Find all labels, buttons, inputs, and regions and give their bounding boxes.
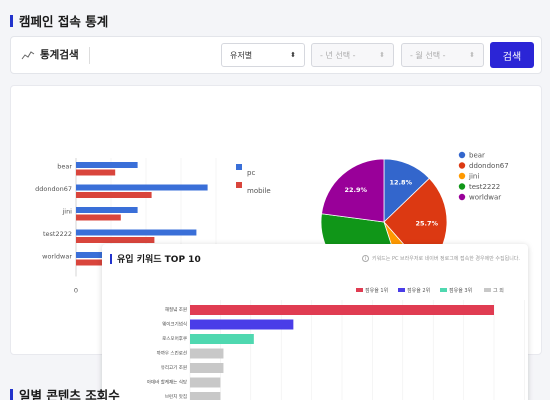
keyword-label: 웨이크기념식 (162, 321, 187, 328)
user-select-value: 유저별 (230, 50, 253, 60)
category-label: ddondon67 (35, 185, 72, 193)
bar-pc (76, 207, 138, 213)
legend-label: worldwar (469, 194, 501, 202)
keyword-bar (190, 377, 221, 388)
info-icon: i (361, 255, 369, 262)
page-title-text: 캠페인 접속 통계 (19, 14, 109, 29)
legend-marker (458, 151, 466, 159)
bar-mobile (76, 237, 155, 243)
pie-data-label: 25.7% (416, 220, 439, 228)
title-accent-bar (10, 14, 13, 27)
keyword-label: 해질녘 조원 (165, 306, 187, 313)
legend-marker (458, 183, 466, 190)
category-label: bear (57, 163, 72, 171)
tick-label: 0 (74, 287, 78, 295)
keyword-label: 아데바 할케재는 식당 (147, 379, 187, 386)
legend-label: pc (247, 169, 255, 177)
year-select-value: - 년 선택 - (320, 50, 356, 60)
keyword-bar (190, 319, 294, 330)
category-label: worldwar (42, 253, 72, 261)
legend-label: 점유율 1위 (365, 287, 388, 294)
pie-data-label: 22.9% (344, 186, 367, 194)
month-select-value: - 월 선택 - (410, 50, 446, 60)
legend-swatch (398, 288, 405, 292)
legend-swatch (484, 288, 491, 292)
legend-marker (458, 162, 466, 169)
bar-pc (76, 162, 138, 168)
keyword-note: i 키워드는 PC 브라우저로 네이버 정로그에 접속한 경우에만 수집됩니다. (361, 255, 520, 262)
keyword-note-text: 키워드는 PC 브라우저로 네이버 정로그에 접속한 경우에만 수집됩니다. (371, 256, 520, 262)
search-label: 통계검색 (21, 47, 79, 62)
keyword-label: 브런치 맛집 (165, 393, 187, 400)
title-accent-bar (10, 388, 13, 400)
year-select[interactable]: - 년 선택 - ⬍ (311, 43, 394, 67)
user-select[interactable]: 유저별 ⬍ (221, 43, 305, 67)
section-title-daily-text: 일별 콘텐츠 조회수 (19, 388, 120, 400)
search-panel: 통계검색 유저별 ⬍ - 년 선택 - ⬍ - 월 선택 - ⬍ 검색 (10, 36, 542, 74)
legend-swatch (236, 164, 242, 170)
legend-label: mobile (247, 187, 271, 195)
divider (89, 47, 90, 64)
legend-swatch (440, 288, 447, 292)
updown-arrow-icon: ⬍ (379, 51, 385, 59)
keyword-title: 유입 키워드 TOP 10 (110, 252, 201, 265)
updown-arrow-icon: ⬍ (469, 51, 475, 59)
page-title: 캠페인 접속 통계 (10, 11, 108, 30)
legend-label: 그 외 (493, 287, 504, 294)
bar-pc (76, 184, 208, 191)
keyword-bar (190, 348, 224, 359)
legend-label: 점유율 2위 (407, 287, 430, 294)
legend-marker (458, 172, 466, 180)
keyword-bar (190, 334, 254, 344)
legend-swatch (356, 288, 363, 292)
bar-mobile (76, 214, 121, 221)
bar-mobile (76, 169, 116, 176)
keyword-bar (190, 392, 221, 400)
pie-data-label: 12.8% (389, 179, 412, 187)
month-select[interactable]: - 월 선택 - ⬍ (401, 43, 484, 67)
category-label: jini (61, 208, 72, 216)
keyword-bar (190, 305, 494, 315)
search-label-text: 통계검색 (40, 49, 79, 61)
updown-arrow-icon: ⬍ (290, 51, 296, 59)
legend-swatch (236, 182, 242, 188)
keyword-label: 까까우 스킨로션 (157, 350, 187, 357)
legend-label: 점유율 3위 (449, 287, 472, 294)
legend-marker (458, 193, 466, 201)
legend-label: jini (468, 173, 479, 181)
search-button[interactable]: 검색 (490, 42, 534, 68)
keyword-title-text: 유입 키워드 TOP 10 (117, 255, 201, 265)
bar-mobile (76, 192, 152, 198)
keyword-bar-chart: 해질녘 조원웨이크기념식로스모어후쿠까까우 스킨로션유리고기 조원아데바 할케재… (147, 287, 525, 400)
category-label: test2222 (43, 230, 72, 238)
keyword-label: 로스모어후쿠 (162, 335, 187, 342)
legend-label: ddondon67 (469, 162, 509, 170)
chart-line-icon (21, 50, 35, 59)
keyword-label: 유리고기 조원 (161, 364, 187, 371)
legend-label: bear (469, 152, 485, 160)
keyword-popup: 해질녘 조원웨이크기념식로스모어후쿠까까우 스킨로션유리고기 조원아데바 할케재… (102, 244, 528, 400)
keyword-bar (190, 363, 224, 373)
section-title-daily: 일별 콘텐츠 조회수 (10, 385, 120, 400)
legend-label: test2222 (469, 183, 500, 191)
bar-pc (76, 229, 197, 236)
title-accent-bar (110, 253, 112, 264)
